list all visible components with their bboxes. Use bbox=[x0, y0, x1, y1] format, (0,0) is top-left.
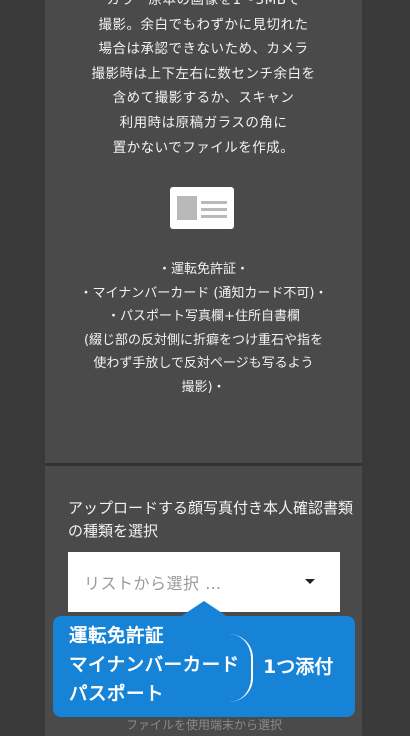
callout-pointer bbox=[180, 601, 228, 617]
callout-id-type: マイナンバーカード bbox=[69, 655, 240, 676]
brace-shape bbox=[229, 634, 253, 702]
instruction-line: 撮影。余白でもわずかに見切れた bbox=[98, 16, 309, 33]
caret-down-icon bbox=[305, 579, 315, 584]
id-type-line: ・運転免許証・ bbox=[157, 262, 249, 277]
id-card-icon bbox=[170, 187, 234, 229]
id-type-line: ・パスポート写真欄+住所自書欄 bbox=[107, 309, 300, 324]
id-type-line: (綴じ部の反対側に折癖をつけ重石や指を bbox=[83, 332, 324, 348]
callout-id-types: 運転免許証 マイナンバーカード パスポート bbox=[69, 622, 240, 709]
accepted-id-list: ・運転免許証・ ・マイナンバーカード (通知カード不可)・ ・パスポート写真欄+… bbox=[45, 258, 362, 399]
id-type-line: 撮影)・ bbox=[181, 379, 226, 395]
page-margin-left bbox=[0, 0, 45, 730]
callout-note: 1つ添付 bbox=[263, 656, 334, 678]
instruction-line: 利用時は原稿ガラスの角に bbox=[119, 114, 288, 131]
instruction-line: 場合は承認できないため、カメラ bbox=[98, 41, 309, 58]
photo-instructions: カラー原本の画像を1〜3MBで 撮影。余白でもわずかに見切れた 場合は承認できな… bbox=[45, 0, 362, 160]
callout-id-type: 運転免許証 bbox=[69, 626, 165, 647]
id-type-select-placeholder: リストから選択 … bbox=[84, 574, 222, 593]
instruction-line: 含めて撮影するか、スキャン bbox=[112, 90, 295, 107]
instruction-line: 撮影時は上下左右に数センチ余白を bbox=[91, 65, 316, 82]
callout-id-type: パスポート bbox=[69, 684, 165, 705]
callout-bubble: 運転免許証 マイナンバーカード パスポート 1つ添付 bbox=[53, 616, 355, 717]
file-select-button[interactable]: ファイルを使用端末から選択 bbox=[68, 716, 340, 733]
instruction-line: カラー原本の画像を1〜3MBで bbox=[106, 0, 301, 8]
id-type-line: ・マイナンバーカード (通知カード不可)・ bbox=[79, 285, 328, 301]
page-margin-right bbox=[362, 0, 410, 730]
id-type-line: 使わず手放しで反対ページも写るよう bbox=[93, 356, 314, 371]
instruction-line: 置かないでファイルを作成。 bbox=[112, 139, 295, 156]
id-type-select-label: アップロードする顔写真付き本人確認書類の種類を選択 bbox=[68, 499, 354, 540]
